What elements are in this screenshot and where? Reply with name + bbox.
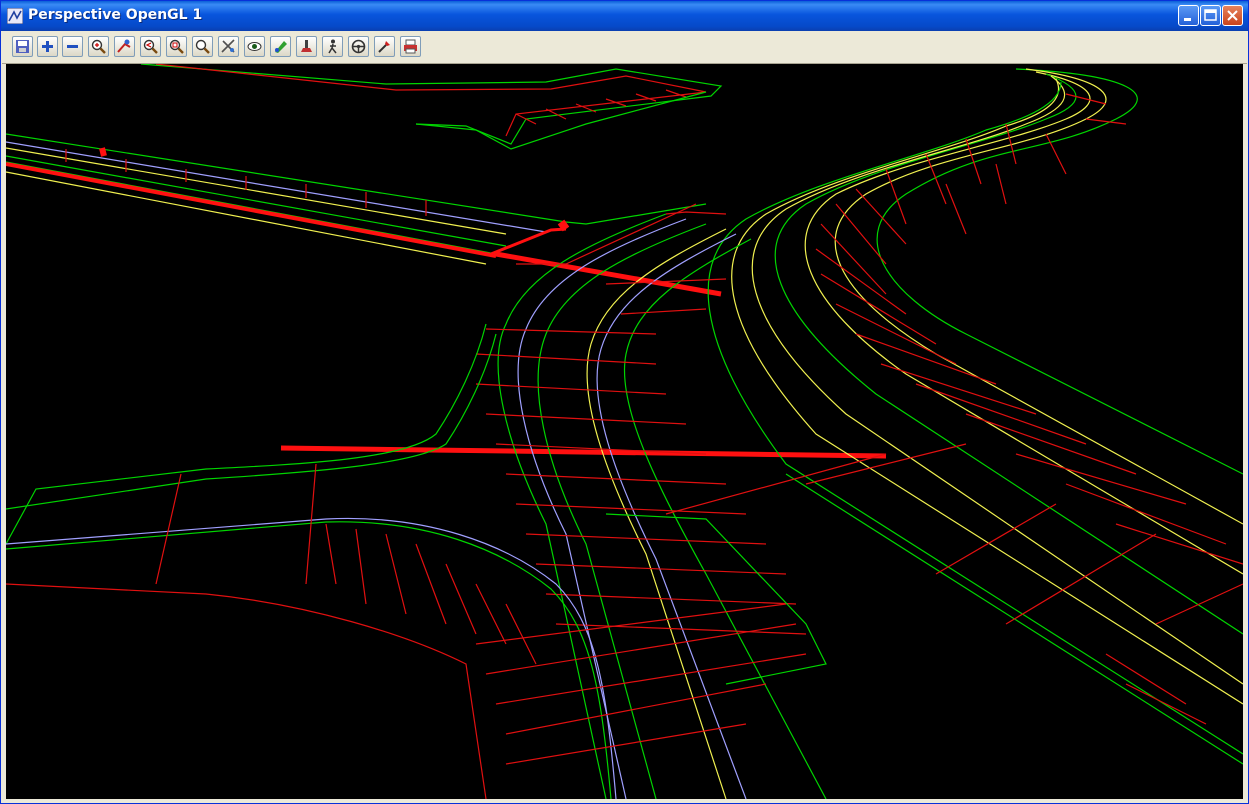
fit-view-button[interactable] xyxy=(114,36,135,57)
zoom-out-minus-icon xyxy=(67,45,78,48)
zoom-in-magnifier-button[interactable] xyxy=(88,36,109,57)
perspective-window: Perspective OpenGL 1 xyxy=(0,0,1249,804)
print-button[interactable] xyxy=(400,36,421,57)
save-view-icon xyxy=(16,40,29,53)
zoom-window-icon xyxy=(169,39,184,54)
main-road xyxy=(707,68,1243,765)
pan-icon xyxy=(221,39,235,53)
eye-view-icon xyxy=(247,42,262,51)
maximize-icon xyxy=(1204,9,1217,21)
walk-icon xyxy=(328,39,337,54)
zoom-in-plus-icon xyxy=(42,41,53,52)
zoom-window-button[interactable] xyxy=(166,36,187,57)
fit-view-icon xyxy=(117,39,131,53)
zoom-in-magnifier-icon xyxy=(91,39,106,54)
settings-icon xyxy=(378,41,390,53)
highlighted-sections xyxy=(280,227,887,459)
app-icon xyxy=(7,8,23,24)
zoom-button[interactable] xyxy=(192,36,213,57)
central-road xyxy=(475,203,827,799)
maximize-button[interactable] xyxy=(1200,5,1221,26)
lower-left-road xyxy=(6,323,887,799)
drive-button[interactable] xyxy=(348,36,369,57)
drive-icon xyxy=(351,39,366,54)
colour-icon xyxy=(275,41,287,53)
settings-button[interactable] xyxy=(374,36,395,57)
save-view-button[interactable] xyxy=(12,36,33,57)
title-bar[interactable]: Perspective OpenGL 1 xyxy=(1,1,1248,31)
opengl-viewport[interactable] xyxy=(6,64,1243,799)
left-road xyxy=(6,133,707,265)
zoom-in-plus-button[interactable] xyxy=(37,36,58,57)
zoom-out-minus-button[interactable] xyxy=(62,36,83,57)
light-button[interactable] xyxy=(296,36,317,57)
perspective-road-model xyxy=(6,64,1243,799)
minimize-button[interactable] xyxy=(1178,5,1199,26)
zoom-icon xyxy=(195,39,210,54)
close-button[interactable] xyxy=(1222,5,1243,26)
window-title: Perspective OpenGL 1 xyxy=(28,7,203,23)
light-icon xyxy=(301,40,312,52)
eye-view-button[interactable] xyxy=(244,36,265,57)
close-icon xyxy=(1227,10,1238,21)
minimize-icon xyxy=(1184,18,1191,21)
print-icon xyxy=(404,39,417,54)
walk-button[interactable] xyxy=(322,36,343,57)
colour-button[interactable] xyxy=(270,36,291,57)
view-toolbar xyxy=(2,31,1247,64)
carpark-outline xyxy=(140,64,723,150)
pan-button[interactable] xyxy=(218,36,239,57)
zoom-previous-button[interactable] xyxy=(140,36,161,57)
zoom-previous-icon xyxy=(143,39,158,54)
